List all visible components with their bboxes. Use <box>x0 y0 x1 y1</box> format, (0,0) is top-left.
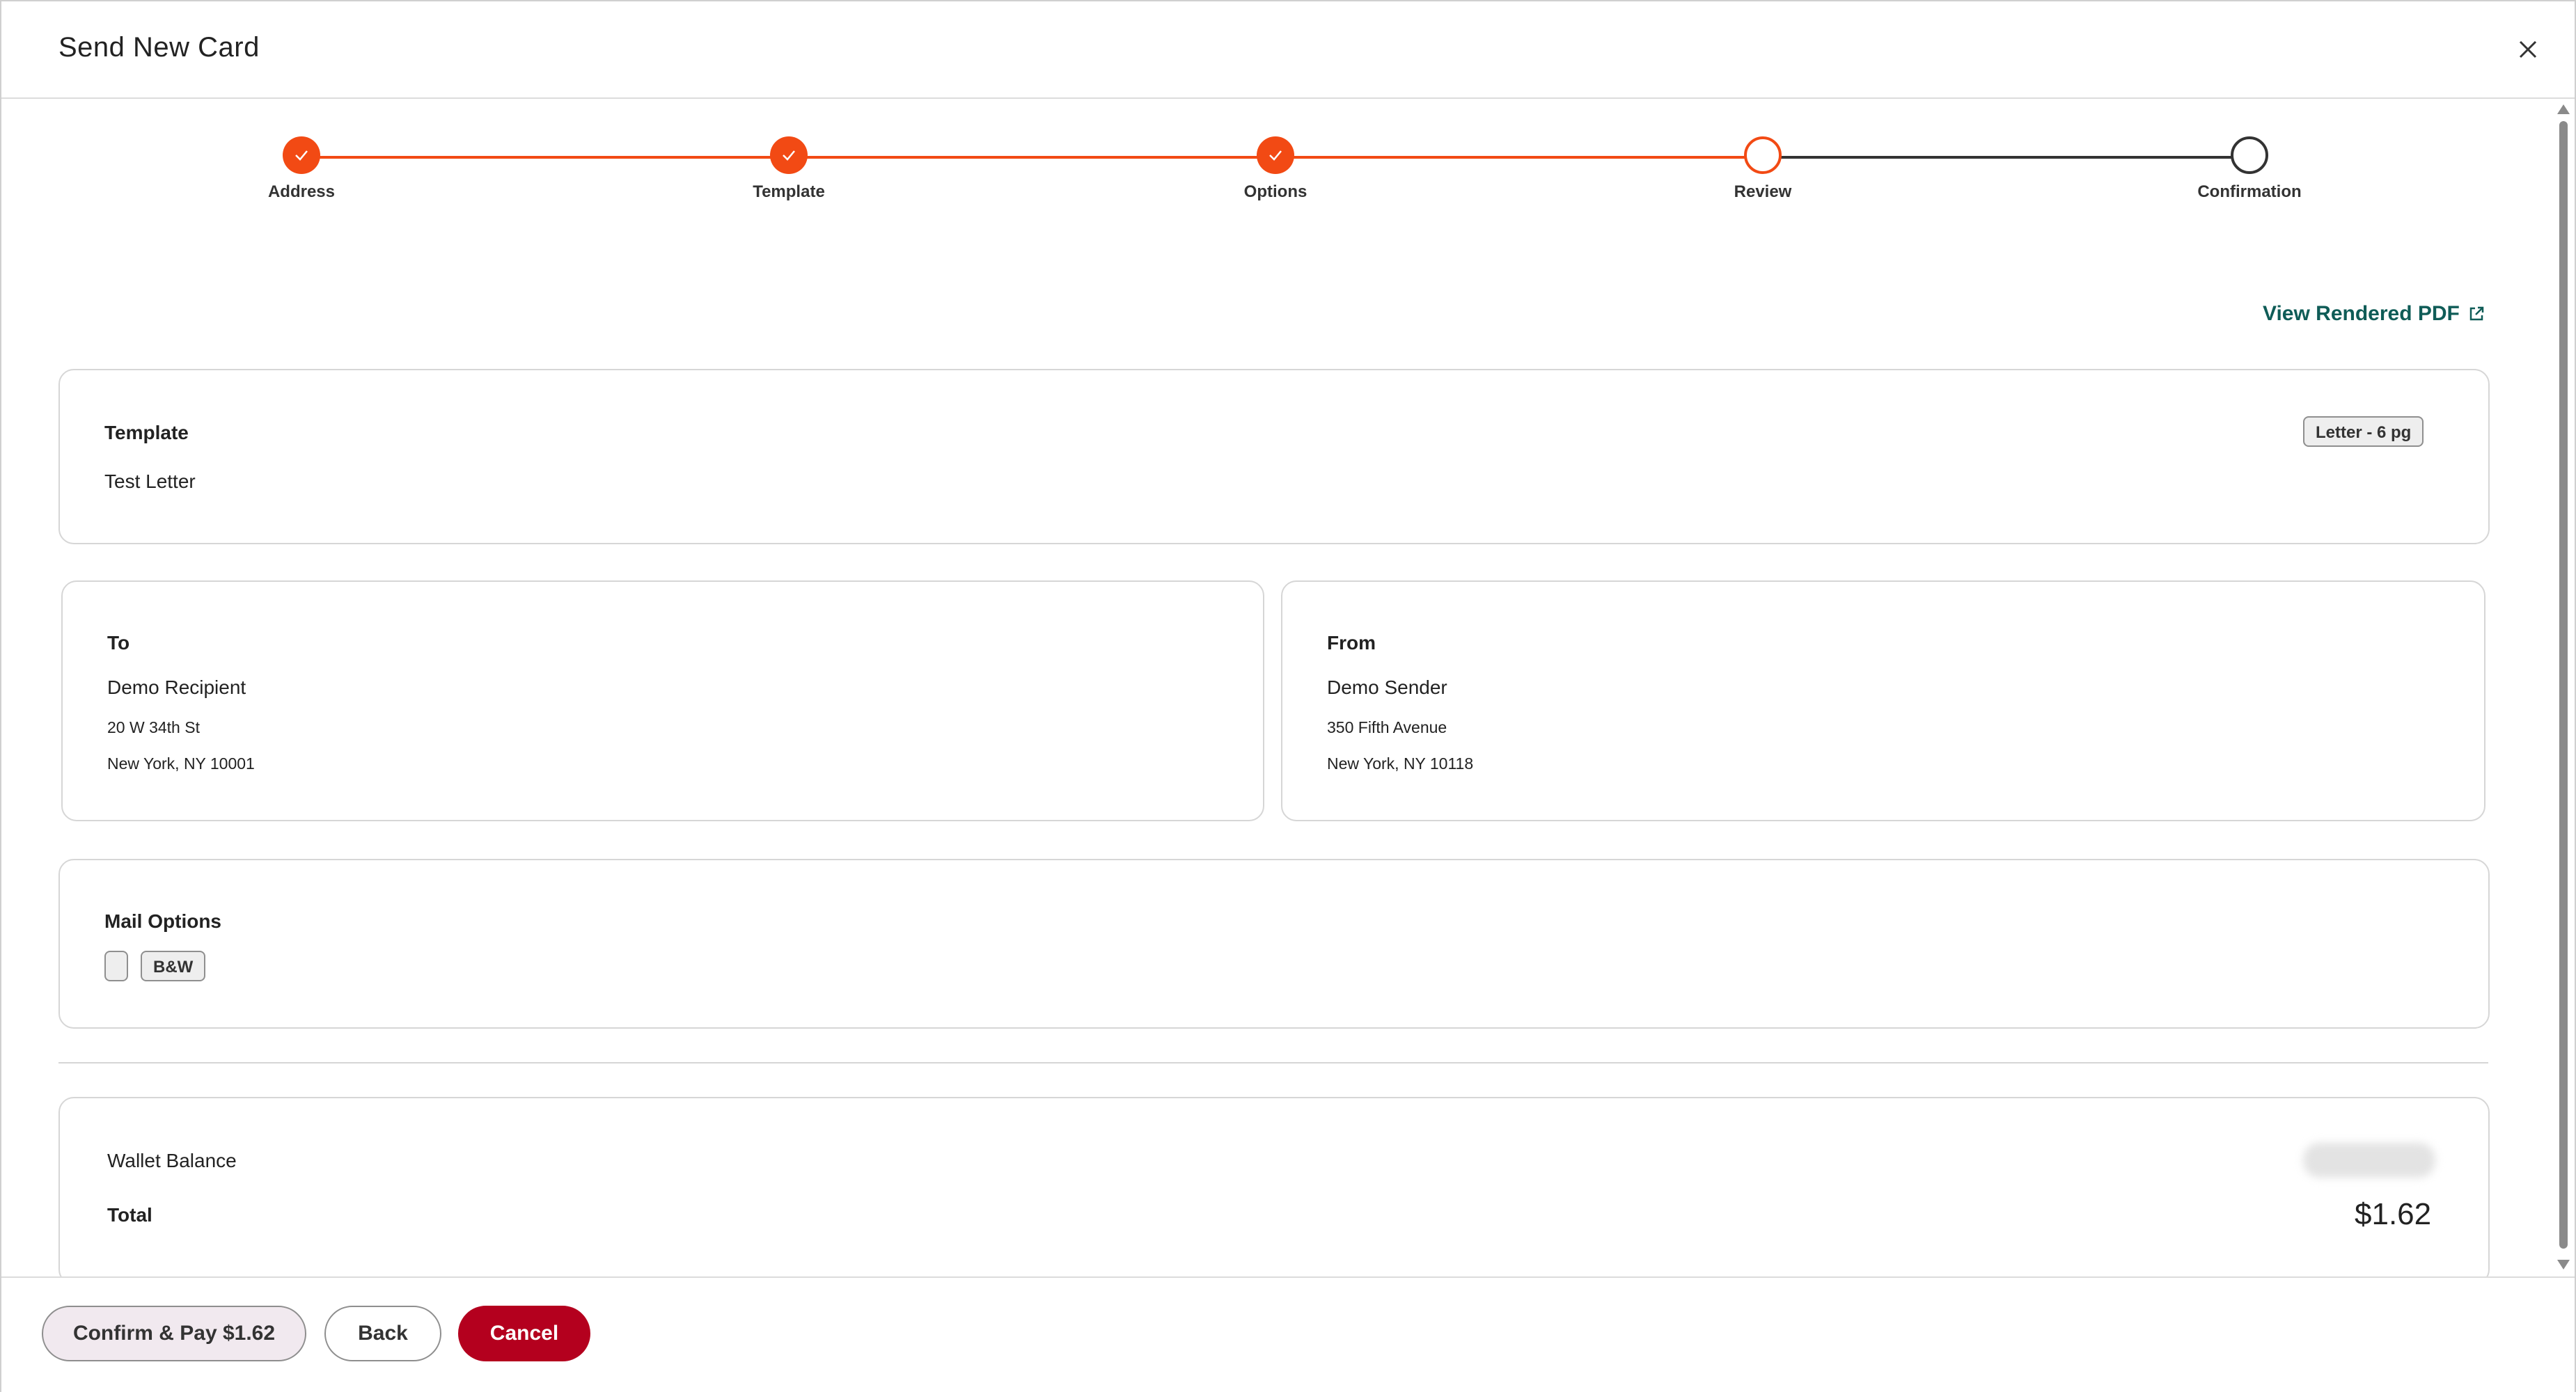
cancel-button[interactable]: Cancel <box>458 1306 590 1361</box>
bw-option-badge: B&W <box>141 951 206 981</box>
modal-footer: Confirm & Pay $1.62 Back Cancel <box>1 1276 2575 1392</box>
sender-address-line1: 350 Fifth Avenue <box>1327 718 1447 736</box>
modal-title: Send New Card <box>58 32 260 63</box>
template-format-badge: Letter - 6 pg <box>2303 416 2424 447</box>
step-label: Address <box>267 182 336 201</box>
section-divider <box>58 1062 2488 1063</box>
step-confirmation: Confirmation <box>2145 136 2354 202</box>
step-address: Address <box>197 136 406 202</box>
step-label: Confirmation <box>2197 182 2302 201</box>
send-card-modal: Send New Card Address Template Options R… <box>0 0 2576 1392</box>
step-check-circle <box>770 136 808 174</box>
template-heading: Template <box>104 422 189 443</box>
step-todo-circle <box>2231 136 2268 174</box>
step-label: Template <box>753 182 825 201</box>
scroll-thumb[interactable] <box>2559 121 2568 1249</box>
confirm-pay-button[interactable]: Confirm & Pay $1.62 <box>42 1306 306 1361</box>
close-button[interactable] <box>2511 32 2545 67</box>
step-current-circle <box>1744 136 1782 174</box>
view-rendered-pdf-link[interactable]: View Rendered PDF <box>2263 302 2486 326</box>
to-heading: To <box>107 632 130 654</box>
vertical-scrollbar[interactable] <box>2552 99 2575 1275</box>
check-icon <box>1269 150 1282 161</box>
step-options: Options <box>1171 136 1380 202</box>
from-heading: From <box>1327 632 1376 654</box>
payment-summary-card: Wallet Balance Total <box>58 1097 2490 1285</box>
template-card: Template Test Letter Letter - 6 pg <box>58 369 2490 544</box>
total-amount: $1.62 <box>2355 1197 2432 1231</box>
mail-options-heading: Mail Options <box>104 910 221 932</box>
step-review: Review <box>1658 136 1867 202</box>
mail-option-checkbox[interactable] <box>104 951 128 981</box>
step-template: Template <box>684 136 893 202</box>
scroll-down-icon[interactable] <box>2557 1260 2570 1270</box>
sender-address-line2: New York, NY 10118 <box>1327 754 1474 773</box>
step-check-circle <box>283 136 320 174</box>
recipient-name: Demo Recipient <box>107 677 246 698</box>
from-address-card: From Demo Sender 350 Fifth Avenue New Yo… <box>1281 580 2485 821</box>
progress-stepper: Address Template Options Review Confirma… <box>1 99 2550 224</box>
wallet-balance-value-hidden <box>2303 1143 2435 1178</box>
to-address-card: To Demo Recipient 20 W 34th St New York,… <box>61 580 1264 821</box>
modal-header: Send New Card <box>1 1 2575 99</box>
pdf-link-label: View Rendered PDF <box>2263 302 2460 325</box>
total-label: Total <box>107 1204 152 1226</box>
recipient-address-line2: New York, NY 10001 <box>107 754 255 773</box>
step-label: Review <box>1734 182 1792 201</box>
scroll-up-icon[interactable] <box>2557 104 2570 114</box>
mail-options-card: Mail Options B&W <box>58 859 2490 1029</box>
step-check-circle <box>1257 136 1294 174</box>
back-button[interactable]: Back <box>324 1306 441 1361</box>
close-icon <box>2519 40 2537 58</box>
recipient-address-line1: 20 W 34th St <box>107 718 200 736</box>
check-icon <box>295 150 308 161</box>
wallet-balance-label: Wallet Balance <box>107 1150 237 1171</box>
sender-name: Demo Sender <box>1327 677 1447 698</box>
external-link-icon <box>2469 306 2484 321</box>
check-icon <box>783 150 795 161</box>
stepper-line-done <box>301 156 1763 159</box>
step-label: Options <box>1243 182 1307 201</box>
template-name: Test Letter <box>104 470 196 492</box>
